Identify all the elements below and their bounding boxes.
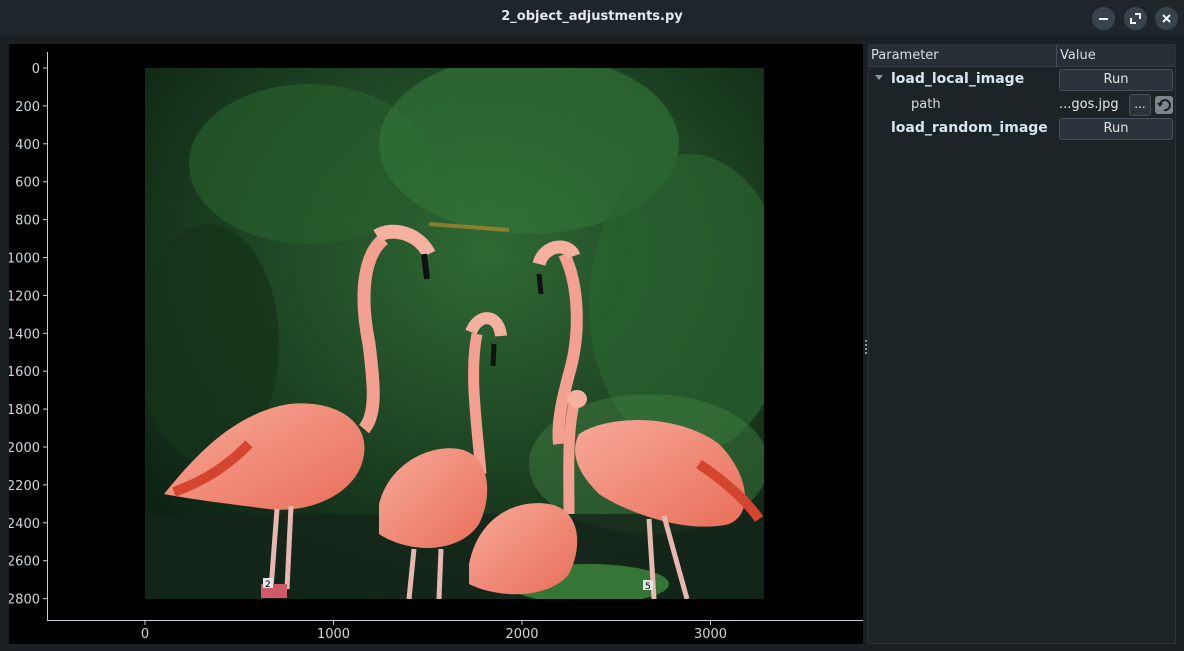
x-tick-label: 0 [141, 627, 149, 642]
main-content: 2 5 0 200 400 600 800 1000 1200 1400 1600 1800 200… [0, 36, 1184, 651]
minimize-button[interactable] [1092, 7, 1115, 30]
y-tick-label: 200 [15, 100, 40, 115]
flamingo-image [145, 68, 764, 599]
y-tick-label: 1400 [9, 327, 40, 342]
group-name: load_random_image [891, 120, 1048, 136]
y-tick-label: 1200 [9, 289, 40, 304]
plot-canvas[interactable]: 2 5 0 200 400 600 800 1000 1200 1400 1600 1800 200… [9, 44, 863, 644]
y-tick-label: 1800 [9, 403, 40, 418]
y-tick-label: 800 [15, 214, 40, 229]
chevron-down-icon[interactable] [875, 75, 883, 80]
title-bar: 2_object_adjustments.py [0, 0, 1184, 36]
y-tick-label: 400 [15, 138, 40, 153]
x-tick-label: 3000 [694, 627, 727, 642]
y-tick-label: 2200 [9, 479, 40, 494]
x-tick-label: 1000 [317, 627, 350, 642]
x-tick-label: 2000 [505, 627, 538, 642]
reset-icon[interactable] [1155, 96, 1173, 114]
y-tick-label: 1600 [9, 365, 40, 380]
close-icon [1162, 14, 1171, 23]
path-value[interactable]: ...gos.jpg [1059, 97, 1119, 112]
maximize-button[interactable] [1124, 7, 1147, 30]
header-value[interactable]: Value [1060, 48, 1096, 63]
minimize-icon [1099, 18, 1108, 20]
browse-button[interactable]: ... [1129, 94, 1151, 116]
y-tick-label: 600 [15, 176, 40, 191]
group-name: load_local_image [891, 71, 1025, 87]
y-tick-label: 0 [32, 62, 40, 77]
marker-label: 5 [645, 582, 651, 592]
run-button[interactable]: Run [1059, 69, 1173, 91]
param-path: path ...gos.jpg ... [869, 93, 1175, 117]
group-load-local-image[interactable]: load_local_image Run [869, 68, 1175, 92]
parameter-tree: Parameter Value load_local_image Run pat… [868, 44, 1176, 644]
y-tick-label: 2800 [9, 593, 40, 608]
close-button[interactable] [1155, 7, 1178, 30]
image-plot[interactable]: 2 5 0 200 400 600 800 1000 1200 1400 1600 1800 200… [9, 44, 863, 644]
param-name: path [911, 97, 941, 112]
header-parameter[interactable]: Parameter [871, 48, 939, 63]
marker-label: 2 [265, 580, 271, 590]
group-load-random-image[interactable]: load_random_image Run [869, 117, 1175, 141]
maximize-icon [1130, 13, 1141, 24]
y-tick-label: 2600 [9, 555, 40, 570]
y-tick-label: 1000 [9, 252, 40, 267]
y-tick-label: 2400 [9, 517, 40, 532]
splitter-grip[interactable] [865, 340, 867, 354]
run-button[interactable]: Run [1059, 118, 1173, 140]
tree-header: Parameter Value [869, 45, 1175, 67]
header-divider[interactable] [1056, 45, 1057, 67]
window-title: 2_object_adjustments.py [501, 9, 683, 24]
y-tick-label: 2000 [9, 441, 40, 456]
